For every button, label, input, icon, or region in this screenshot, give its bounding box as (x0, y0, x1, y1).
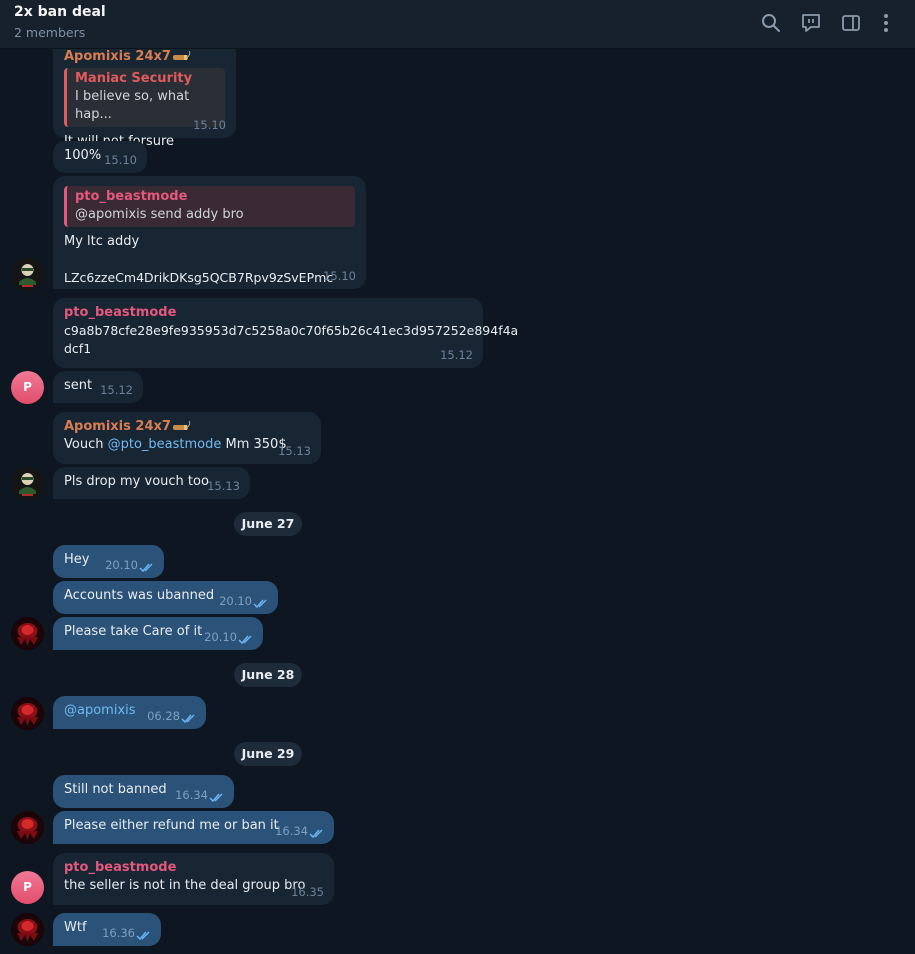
message-bubble[interactable]: Wtf 16.36 (53, 913, 161, 946)
reply-text: @apomixis send addy bro (75, 207, 244, 222)
message-bubble[interactable]: Apomixis 24x7 Vouch @pto_beastmode Mm 35… (53, 412, 321, 464)
message-time: 16.34 (275, 824, 308, 838)
date-separator: June 28 (234, 663, 302, 687)
message-text: 100% (64, 148, 102, 163)
own-avatar[interactable] (11, 617, 44, 650)
message-text: c9a8b78cfe28e9fe935953d7c5258a0c70f65b26… (64, 323, 519, 338)
message-text: Wtf (64, 920, 87, 935)
message-text: sent (64, 378, 93, 393)
message-time: 15.10 (323, 269, 356, 283)
ltc-address-text[interactable]: LZc6zzeCm4DrikDKsg5QCB7Rpv9zSvEPmc (64, 269, 355, 287)
message-bubble[interactable]: pto_beastmode c9a8b78cfe28e9fe935953d7c5… (53, 298, 519, 368)
message-time: 20.10 (105, 558, 138, 572)
message-text: Mm 350$ (221, 437, 287, 452)
sender-name[interactable]: Apomixis 24x7 (64, 418, 171, 436)
user-avatar[interactable] (11, 258, 44, 291)
user-avatar[interactable]: P (11, 871, 44, 904)
video-chat-icon[interactable] (800, 12, 822, 34)
message-text: Still not banned (64, 782, 167, 797)
read-checks-icon (238, 635, 252, 645)
reply-name: Maniac Security (75, 71, 193, 86)
message-text-continued: dcf1 (64, 341, 92, 356)
message-time: 15.12 (440, 348, 473, 362)
message-text: Pls drop my vouch too (64, 474, 209, 489)
read-checks-icon (309, 829, 323, 839)
mention-link[interactable]: @pto_beastmode (108, 437, 222, 452)
message-bubble[interactable]: sent 15.12 (53, 371, 143, 403)
message-bubble[interactable]: pto_beastmode @apomixis send addy bro My… (53, 176, 366, 289)
message-text: Accounts was ubanned (64, 588, 215, 603)
message-bubble[interactable]: Accounts was ubanned 20.10 (53, 581, 278, 614)
message-text: Vouch (64, 437, 108, 452)
message-time: 16.36 (102, 926, 135, 940)
message-bubble[interactable]: Apomixis 24x7 Maniac Security I believe … (53, 42, 236, 149)
message-text: the seller is not in the deal group bro (64, 878, 306, 893)
message-time: 15.13 (207, 479, 240, 493)
mention-link[interactable]: @apomixis (64, 703, 136, 718)
read-checks-icon (181, 714, 195, 724)
own-avatar[interactable] (11, 697, 44, 730)
message-bubble[interactable]: pto_beastmode the seller is not in the d… (53, 853, 334, 905)
chat-header: 2x ban deal 2 members (0, 0, 915, 49)
date-separator: June 27 (234, 512, 302, 536)
cigar-emoji-icon (172, 50, 192, 63)
message-time: 15.10 (193, 118, 226, 132)
message-text: Please take Care of it (64, 624, 203, 639)
more-icon[interactable] (875, 12, 897, 34)
message-bubble[interactable]: Please take Care of it 20.10 (53, 617, 263, 650)
message-bubble[interactable]: Hey 20.10 (53, 545, 164, 578)
user-avatar[interactable]: P (11, 371, 44, 404)
read-checks-icon (253, 599, 267, 609)
message-bubble[interactable]: @apomixis 06.28 (53, 696, 206, 729)
message-time: 15.13 (278, 444, 311, 458)
message-bubble[interactable]: Please either refund me or ban it 16.34 (53, 811, 334, 844)
message-time: 16.34 (175, 788, 208, 802)
sender-name[interactable]: pto_beastmode (64, 859, 323, 877)
message-time: 20.10 (204, 630, 237, 644)
message-time: 20.10 (219, 594, 252, 608)
message-time: 15.10 (104, 153, 137, 167)
reply-name: pto_beastmode (75, 189, 188, 204)
member-count[interactable]: 2 members (14, 25, 85, 40)
message-time: 15.12 (100, 383, 133, 397)
message-time: 16.35 (291, 885, 324, 899)
chat-title[interactable]: 2x ban deal (14, 4, 106, 20)
message-text: Please either refund me or ban it (64, 818, 279, 833)
message-bubble[interactable]: Pls drop my vouch too 15.13 (53, 467, 250, 499)
reply-preview[interactable]: pto_beastmode @apomixis send addy bro (64, 186, 355, 227)
sender-name[interactable]: Apomixis 24x7 (64, 48, 171, 66)
search-icon[interactable] (760, 12, 782, 34)
sidebar-toggle-icon[interactable] (840, 12, 862, 34)
read-checks-icon (139, 563, 153, 573)
message-text: Hey (64, 552, 90, 567)
read-checks-icon (209, 793, 223, 803)
date-separator: June 29 (234, 742, 302, 766)
message-time: 06.28 (147, 709, 180, 723)
user-avatar[interactable] (11, 467, 44, 500)
read-checks-icon (136, 931, 150, 941)
sender-name[interactable]: pto_beastmode (64, 304, 472, 322)
message-text: My ltc addy (64, 234, 140, 249)
own-avatar[interactable] (11, 811, 44, 844)
message-bubble[interactable]: 100% 15.10 (53, 141, 147, 173)
own-avatar[interactable] (11, 913, 44, 946)
cigar-emoji-icon (172, 420, 192, 433)
message-bubble[interactable]: Still not banned 16.34 (53, 775, 234, 808)
